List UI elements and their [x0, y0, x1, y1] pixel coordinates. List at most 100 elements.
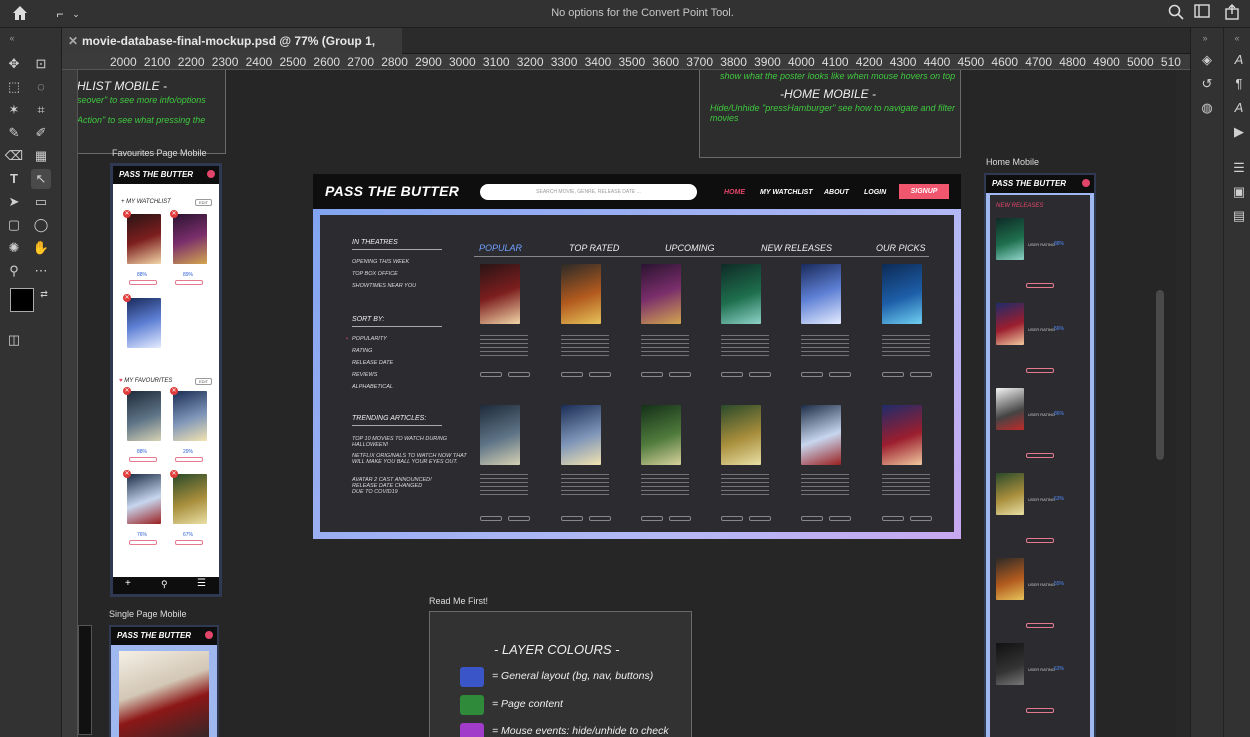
collapse-icon[interactable]: «	[1227, 28, 1247, 48]
edit-button[interactable]: EDIT	[195, 378, 213, 385]
article-link[interactable]: TOP 10 MOVIES TO WATCH DURING HALLOWEEN!	[352, 436, 452, 448]
gradient-icon[interactable]: ▦	[31, 146, 51, 166]
direct-select-icon[interactable]: ↖	[31, 169, 51, 189]
workspace-icon[interactable]	[1192, 4, 1212, 24]
ellipse-tool-icon[interactable]: ◯	[31, 215, 51, 235]
tab-upcoming[interactable]: UPCOMING	[665, 243, 715, 253]
home-mobile-artboard[interactable]: PASS THE BUTTER NEW RELEASES USER RATING…	[984, 173, 1096, 737]
collapse-icon[interactable]: «	[2, 28, 22, 48]
canvas[interactable]: HLIST MOBILE - seover" to see more info/…	[78, 70, 1176, 737]
movie-poster[interactable]	[127, 214, 161, 264]
movie-poster[interactable]	[996, 643, 1024, 685]
watch-now-button[interactable]	[175, 280, 203, 285]
remove-icon[interactable]: ✕	[170, 387, 178, 395]
share-icon[interactable]	[1222, 4, 1242, 24]
movie-poster[interactable]	[721, 405, 761, 465]
tab-new-releases[interactable]: NEW RELEASES	[761, 243, 832, 253]
rounded-rect-icon[interactable]: ▢	[4, 215, 24, 235]
movie-poster[interactable]	[480, 405, 520, 465]
movie-poster[interactable]	[480, 264, 520, 324]
watch-now-button[interactable]	[1026, 708, 1054, 713]
nav-about[interactable]: ABOUT	[824, 189, 849, 196]
search-input[interactable]: SEARCH MOVIE, GENRE, RELEASE DATE ...	[480, 184, 697, 200]
movie-poster[interactable]	[801, 405, 841, 465]
article-link[interactable]: NETFLIX ORIGINALS TO WATCH NOW THAT WILL…	[352, 453, 470, 465]
movie-poster[interactable]	[996, 388, 1024, 430]
artboard-tool-icon[interactable]: ⊡	[31, 54, 51, 74]
watch-now-button[interactable]	[749, 516, 771, 521]
quick-mask-icon[interactable]: ◫	[4, 330, 24, 350]
more-info-button[interactable]	[641, 372, 663, 377]
watch-now-button[interactable]	[910, 372, 932, 377]
paragraph-icon[interactable]: ¶	[1229, 74, 1249, 94]
foreground-color[interactable]	[10, 288, 34, 312]
movie-poster[interactable]	[721, 264, 761, 324]
sort-option[interactable]: REVIEWS	[352, 372, 377, 378]
hand-tool-icon[interactable]: ✋	[31, 238, 51, 258]
move-tool-icon[interactable]: ✥	[4, 54, 24, 74]
more-info-button[interactable]	[641, 516, 663, 521]
rectangle-tool-icon[interactable]: ▭	[31, 192, 51, 212]
movie-poster[interactable]	[641, 405, 681, 465]
crop-tool-icon[interactable]: ⌗	[31, 100, 51, 120]
tab-our-picks[interactable]: OUR PICKS	[876, 243, 926, 253]
eyedropper-icon[interactable]: ✎	[4, 123, 24, 143]
watch-now-button[interactable]	[129, 280, 157, 285]
movie-poster[interactable]	[996, 473, 1024, 515]
movie-poster[interactable]	[173, 391, 207, 441]
watch-now-button[interactable]	[1026, 368, 1054, 373]
watch-now-button[interactable]	[129, 540, 157, 545]
collapse-icon[interactable]: »	[1195, 28, 1215, 48]
watch-now-button[interactable]	[1026, 283, 1054, 288]
nav-home[interactable]: HOME	[724, 189, 745, 196]
more-info-button[interactable]	[801, 372, 823, 377]
nav-login[interactable]: LOGIN	[864, 189, 886, 196]
signup-button[interactable]: SIGNUP	[899, 184, 949, 199]
sort-option[interactable]: RELEASE DATE	[352, 360, 393, 366]
movie-poster[interactable]	[996, 218, 1024, 260]
marquee-tool-icon[interactable]: ⬚	[4, 77, 24, 97]
movie-poster[interactable]	[127, 298, 161, 348]
more-info-button[interactable]	[882, 516, 904, 521]
swap-colors-icon[interactable]: ⇄	[34, 284, 54, 304]
watch-now-button[interactable]	[669, 516, 691, 521]
movie-poster[interactable]	[882, 405, 922, 465]
hamburger-icon[interactable]: ☰	[197, 578, 206, 589]
watch-now-button[interactable]	[669, 372, 691, 377]
remove-icon[interactable]: ✕	[170, 470, 178, 478]
eraser-icon[interactable]: ⌫	[4, 146, 24, 166]
lasso-tool-icon[interactable]: ◌	[31, 77, 51, 97]
watch-now-button[interactable]	[829, 372, 851, 377]
favourites-artboard[interactable]: PASS THE BUTTER + MY WATCHLIST EDIT ✕ ✕ …	[110, 163, 222, 597]
remove-icon[interactable]: ✕	[123, 470, 131, 478]
sidebar-link[interactable]: TOP BOX OFFICE	[352, 271, 398, 277]
more-info-button[interactable]	[561, 516, 583, 521]
close-icon[interactable]: ✕	[68, 28, 78, 54]
movie-poster[interactable]	[127, 391, 161, 441]
zoom-tool-icon[interactable]: ⚲	[4, 261, 24, 281]
more-info-button[interactable]	[721, 372, 743, 377]
sort-option[interactable]: POPULARITY	[352, 336, 387, 342]
custom-shape-icon[interactable]: ✺	[4, 238, 24, 258]
search-icon[interactable]	[1166, 4, 1186, 24]
movie-poster[interactable]	[641, 264, 681, 324]
watch-now-button[interactable]	[175, 540, 203, 545]
sort-option[interactable]: RATING	[352, 348, 372, 354]
movie-poster[interactable]	[882, 264, 922, 324]
watch-now-button[interactable]	[589, 372, 611, 377]
more-info-button[interactable]	[801, 516, 823, 521]
watch-now-button[interactable]	[1026, 538, 1054, 543]
watch-now-button[interactable]	[508, 516, 530, 521]
watch-now-button[interactable]	[1026, 623, 1054, 628]
character-icon[interactable]: A	[1229, 50, 1249, 70]
movie-poster[interactable]	[173, 214, 207, 264]
remove-icon[interactable]: ✕	[170, 210, 178, 218]
more-info-button[interactable]	[561, 372, 583, 377]
edit-button[interactable]: EDIT	[195, 199, 213, 206]
paths-icon[interactable]: ▤	[1229, 206, 1249, 226]
movie-poster[interactable]	[801, 264, 841, 324]
properties-icon[interactable]: ☰	[1229, 158, 1249, 178]
adjustments-icon[interactable]: ◍	[1197, 98, 1217, 118]
watch-now-button[interactable]	[129, 457, 157, 462]
tab-popular[interactable]: POPULAR	[479, 243, 522, 253]
